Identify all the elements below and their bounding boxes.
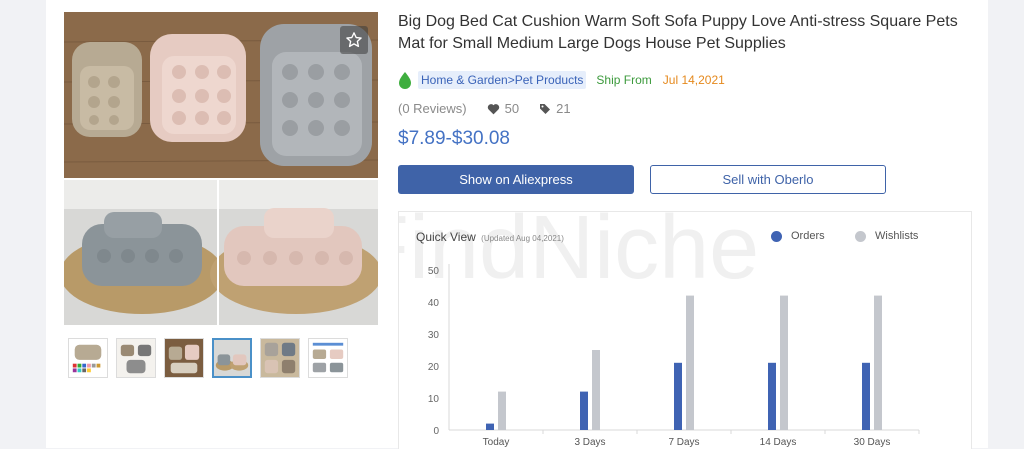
- ship-from-label: Ship From: [596, 73, 652, 87]
- legend-wishlists-label: Wishlists: [875, 230, 919, 242]
- tags-count: 21: [556, 101, 571, 116]
- wishlists-bar: [686, 295, 694, 430]
- legend-orders-dot: [771, 230, 782, 242]
- x-tick-label: Today: [483, 437, 510, 448]
- y-tick-label: 10: [428, 394, 440, 405]
- product-meta: Home & Garden>Pet Products Ship From Jul…: [398, 71, 725, 89]
- thumbnail[interactable]: [116, 338, 156, 378]
- category-link[interactable]: Home & Garden>Pet Products: [418, 71, 587, 89]
- x-tick-label: 14 Days: [760, 437, 797, 448]
- leaf-icon: [399, 72, 411, 89]
- wishlists-bar: [498, 391, 506, 430]
- thumbnail[interactable]: [68, 338, 108, 378]
- product-main-image[interactable]: [64, 12, 378, 325]
- legend-orders-label: Orders: [791, 230, 825, 242]
- orders-bar: [674, 362, 682, 430]
- x-tick-label: 7 Days: [668, 437, 699, 448]
- thumbnail-active[interactable]: [212, 338, 252, 378]
- x-tick-label: 3 Days: [574, 437, 605, 448]
- thumbnail[interactable]: [164, 338, 204, 378]
- y-tick-label: 40: [428, 298, 440, 309]
- y-tick-label: 0: [433, 426, 439, 437]
- orders-wishlists-bar-chart: 0 10 20 30 40 50 Today 3 Days 7 Days 14 Days 30 Da…: [428, 264, 920, 448]
- tags-stat: 21: [539, 101, 571, 116]
- chart-title: Quick View (Updated Aug 04,2021): [416, 230, 564, 244]
- likes-count: 50: [504, 101, 520, 116]
- legend-wishlists-dot: [855, 230, 866, 242]
- chart-title-text: Quick View: [416, 230, 476, 244]
- show-on-aliexpress-button[interactable]: Show on Aliexpress: [398, 165, 634, 194]
- tag-icon: [540, 103, 551, 114]
- favorite-button[interactable]: [340, 26, 368, 54]
- sell-with-oberlo-button[interactable]: Sell with Oberlo: [650, 165, 886, 194]
- product-stats: (0 Reviews) 50 21: [398, 101, 571, 116]
- reviews-count[interactable]: (0 Reviews): [398, 101, 467, 116]
- thumbnail[interactable]: [308, 338, 348, 378]
- orders-bar: [486, 423, 494, 430]
- legend-orders[interactable]: Orders: [771, 230, 825, 242]
- orders-bar: [768, 362, 776, 430]
- wishlists-bar: [592, 350, 600, 430]
- wishlists-bar: [874, 295, 882, 430]
- heart-icon: [487, 103, 499, 114]
- thumbnail-strip: [68, 338, 348, 378]
- thumbnail[interactable]: [260, 338, 300, 378]
- listing-date: Jul 14,2021: [662, 73, 725, 87]
- legend-wishlists[interactable]: Wishlists: [855, 230, 918, 242]
- chart-subtitle: (Updated Aug 04,2021): [481, 234, 564, 243]
- x-tick-label: 30 Days: [854, 437, 891, 448]
- quick-view-chart: FindNiche 01020304050Today3 Days7 Days14…: [398, 211, 972, 449]
- likes-stat: 50: [487, 101, 519, 116]
- y-tick-label: 20: [428, 362, 440, 373]
- orders-bar: [580, 391, 588, 430]
- orders-bar: [862, 362, 870, 430]
- product-title: Big Dog Bed Cat Cushion Warm Soft Sofa P…: [398, 13, 958, 52]
- star-icon: [346, 32, 362, 48]
- y-tick-label: 30: [428, 330, 440, 341]
- wishlists-bar: [780, 295, 788, 430]
- y-tick-label: 50: [428, 266, 440, 277]
- price-range: $7.89-$30.08: [398, 128, 510, 149]
